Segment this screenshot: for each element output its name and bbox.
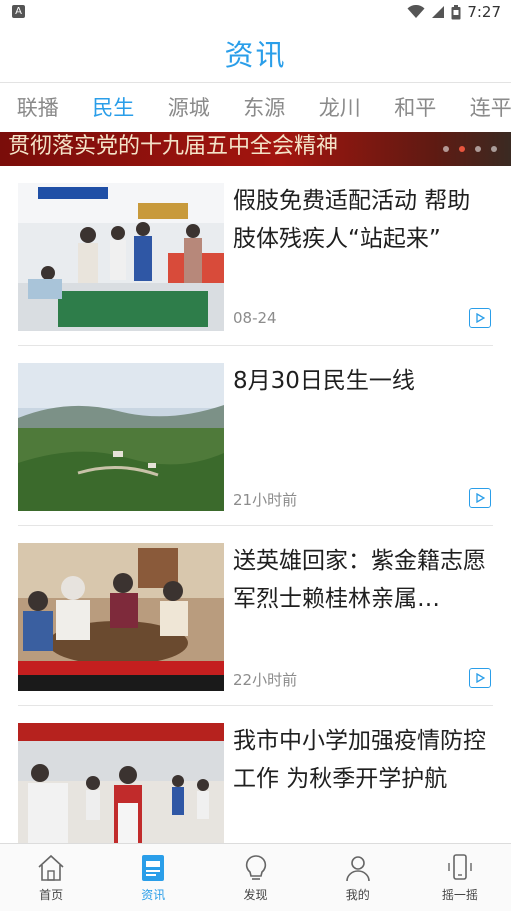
nav-mine[interactable]: 我的 <box>307 844 409 911</box>
play-icon[interactable] <box>469 488 491 508</box>
nav-home[interactable]: 首页 <box>0 844 102 911</box>
nav-shake[interactable]: 摇一摇 <box>409 844 511 911</box>
tab-dongyuan[interactable]: 东源 <box>227 84 303 132</box>
battery-icon <box>451 4 461 19</box>
carousel-dot <box>475 146 481 152</box>
carousel-dot <box>443 146 449 152</box>
news-title: 假肢免费适配活动 帮助肢体残疾人“站起来” <box>233 188 471 252</box>
news-icon <box>142 855 165 881</box>
tab-lianping[interactable]: 连平 <box>453 84 511 132</box>
status-bar: A 7:27 <box>0 0 511 24</box>
news-thumbnail <box>18 543 224 691</box>
nav-label: 发现 <box>243 888 268 902</box>
signal-icon <box>432 6 445 18</box>
status-time: 7:27 <box>467 3 501 21</box>
nav-discover[interactable]: 发现 <box>204 844 306 911</box>
nav-label: 摇一摇 <box>441 888 478 902</box>
news-thumbnail <box>18 363 224 511</box>
tab-heping[interactable]: 和平 <box>378 84 454 132</box>
wifi-icon <box>407 5 425 18</box>
phone-shake-icon <box>448 854 472 880</box>
play-icon[interactable] <box>469 308 491 328</box>
news-title: 送英雄回家：紫金籍志愿军烈士赖桂林亲属… <box>233 548 486 612</box>
carousel-dot-active <box>459 146 465 152</box>
page-title: 资讯 <box>224 38 287 72</box>
bulb-icon <box>245 855 266 880</box>
news-time: 08-24 <box>233 309 277 327</box>
nav-label: 资讯 <box>141 888 166 902</box>
tab-minsheng[interactable]: 民生 <box>76 84 152 132</box>
tab-lianbo[interactable]: 联播 <box>0 84 76 132</box>
news-time: 22小时前 <box>233 671 298 689</box>
news-time: 21小时前 <box>233 491 298 509</box>
news-thumbnail <box>18 183 224 331</box>
notification-a-icon: A <box>12 5 25 18</box>
nav-news[interactable]: 资讯 <box>102 844 204 911</box>
status-icons: 7:27 <box>407 2 501 22</box>
title-bar: 资讯 <box>0 24 511 83</box>
news-title: 8月30日民生一线 <box>233 368 415 394</box>
user-icon <box>345 856 370 882</box>
play-icon[interactable] <box>469 668 491 688</box>
home-icon <box>38 854 64 881</box>
carousel-dot <box>491 146 497 152</box>
channel-tabs: 联播 民生 源城 东源 龙川 和平 连平 <box>0 84 511 132</box>
nav-label: 我的 <box>345 888 370 902</box>
tab-yuancheng[interactable]: 源城 <box>151 84 227 132</box>
bottom-nav: 首页 资讯 发现 我的 摇一摇 <box>0 843 511 911</box>
tab-longchuan[interactable]: 龙川 <box>302 84 378 132</box>
carousel-indicator <box>443 146 497 152</box>
news-item[interactable]: 送英雄回家：紫金籍志愿军烈士赖桂林亲属… 22小时前 <box>18 526 493 706</box>
news-item[interactable]: 8月30日民生一线 21小时前 <box>18 346 493 526</box>
banner-carousel[interactable]: 贯彻落实党的十九届五中全会精神 <box>0 132 511 166</box>
news-title: 我市中小学加强疫情防控工作 为秋季开学护航 <box>233 728 486 792</box>
banner-caption: 贯彻落实党的十九届五中全会精神 <box>8 134 339 159</box>
news-item[interactable]: 假肢免费适配活动 帮助肢体残疾人“站起来” 08-24 <box>18 166 493 346</box>
nav-label: 首页 <box>39 888 64 902</box>
